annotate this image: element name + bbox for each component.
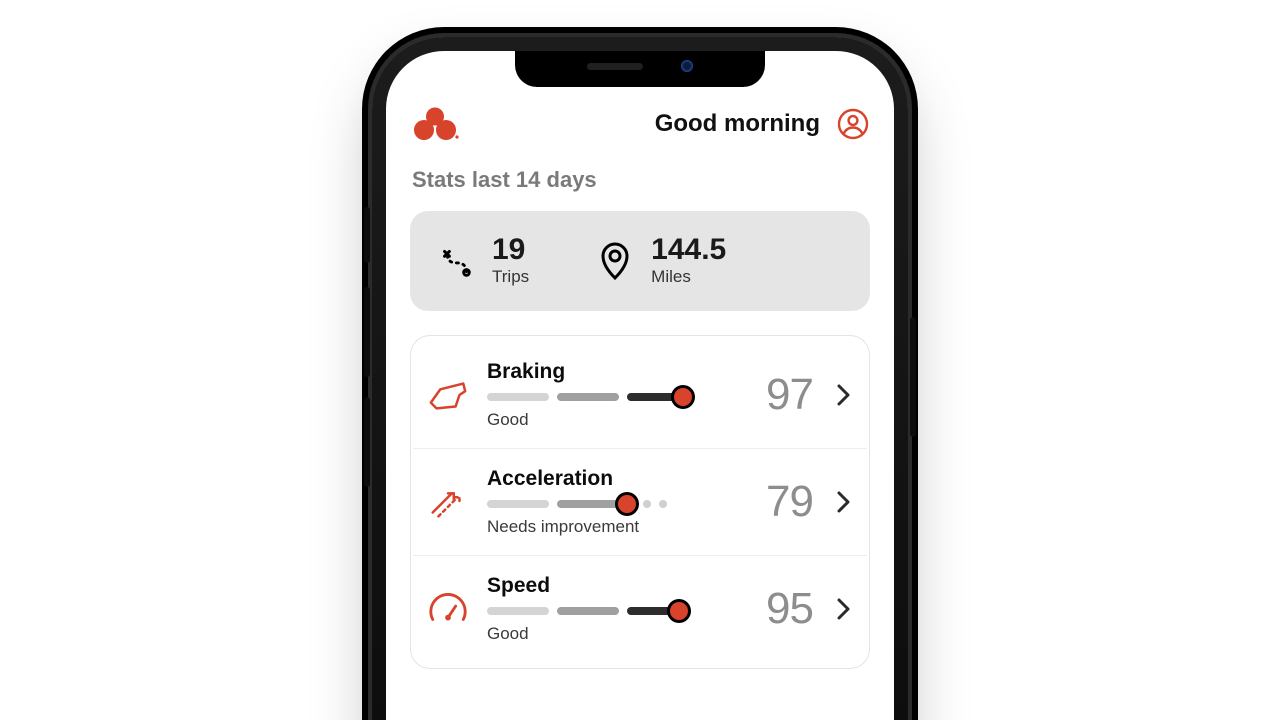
chevron-right-icon — [831, 489, 857, 515]
acceleration-score: 79 — [741, 477, 813, 527]
app-header: Good morning — [410, 107, 870, 141]
phone-volume-down — [364, 397, 370, 487]
stat-miles: 144.5 Miles — [595, 235, 726, 287]
miles-label: Miles — [651, 267, 726, 287]
stat-trips: 19 Trips — [436, 235, 529, 287]
metric-acceleration[interactable]: Acceleration Needs improvement 79 — [413, 448, 867, 555]
chevron-right-icon — [831, 382, 857, 408]
acceleration-icon — [427, 481, 469, 523]
section-title: Stats last 14 days — [412, 167, 870, 193]
miles-value: 144.5 — [651, 235, 726, 265]
trips-label: Trips — [492, 267, 529, 287]
acceleration-gauge — [487, 499, 699, 509]
braking-icon — [427, 374, 469, 416]
chevron-right-icon — [831, 596, 857, 622]
speed-score: 95 — [741, 584, 813, 634]
phone-silence-switch — [364, 207, 370, 263]
metric-title: Acceleration — [487, 467, 723, 491]
brand-logo-icon — [410, 107, 460, 141]
metric-speed[interactable]: Speed Good 95 — [413, 555, 867, 662]
route-icon — [436, 241, 476, 281]
trips-value: 19 — [492, 235, 529, 265]
profile-icon — [837, 108, 869, 140]
greeting-text: Good morning — [655, 110, 820, 138]
braking-gauge — [487, 392, 699, 402]
stats-summary-card: 19 Trips 144.5 Miles — [410, 211, 870, 311]
braking-score: 97 — [741, 370, 813, 420]
phone-side-button — [910, 317, 916, 437]
metrics-card: Braking Good 97 — [410, 335, 870, 669]
metric-braking[interactable]: Braking Good 97 — [413, 342, 867, 448]
speed-icon — [427, 588, 469, 630]
phone-frame: Good morning Stats last 14 days — [372, 37, 908, 720]
phone-volume-up — [364, 287, 370, 377]
metric-status: Needs improvement — [487, 517, 723, 537]
metric-status: Good — [487, 410, 723, 430]
metric-title: Braking — [487, 360, 723, 384]
metric-title: Speed — [487, 574, 723, 598]
map-pin-icon — [595, 241, 635, 281]
profile-button[interactable] — [836, 107, 870, 141]
metric-status: Good — [487, 624, 723, 644]
app-content: Good morning Stats last 14 days — [386, 51, 894, 720]
phone-screen: Good morning Stats last 14 days — [386, 51, 894, 720]
speed-gauge — [487, 606, 699, 616]
